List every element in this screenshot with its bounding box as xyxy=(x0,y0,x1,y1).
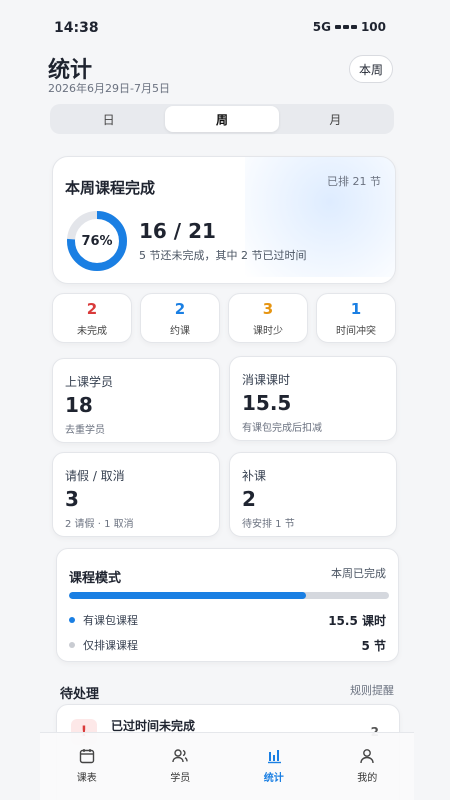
metric-sub: 2 请假 · 1 取消 xyxy=(65,519,134,530)
metric-label: 补课 xyxy=(242,469,267,483)
profile-icon xyxy=(360,749,374,764)
stat-label: 课时少 xyxy=(253,325,283,337)
nav-label: 学员 xyxy=(170,773,191,784)
metric-leave-cancel[interactable]: 请假 / 取消 3 2 请假 · 1 取消 xyxy=(52,452,220,537)
mode-row-schedule-only: 仅排课课程 5 节 xyxy=(69,637,386,653)
completion-note: 5 节还未完成，其中 2 节已过时间 xyxy=(139,249,307,262)
tab-month[interactable]: 月 xyxy=(279,106,392,132)
stat-label: 未完成 xyxy=(77,325,107,337)
metric-value: 18 xyxy=(65,393,93,417)
metric-label: 请假 / 取消 xyxy=(65,469,125,483)
signal-icon xyxy=(334,25,357,29)
status-time: 14:38 xyxy=(54,20,99,36)
nav-item-statistics[interactable]: 统计 xyxy=(244,747,304,784)
metric-label: 上课学员 xyxy=(65,375,114,389)
course-mode-title: 课程模式 xyxy=(69,571,122,586)
stat-value: 1 xyxy=(350,299,362,318)
calendar-icon xyxy=(79,749,94,764)
scheduled-count: 已排 21 节 xyxy=(327,175,381,188)
users-icon xyxy=(172,749,188,763)
stat-low-hours[interactable]: 3 课时少 xyxy=(228,293,308,343)
dot-icon xyxy=(69,642,75,648)
completion-count: 16 / 21 xyxy=(139,219,216,243)
metric-sub: 有课包完成后扣减 xyxy=(242,423,322,434)
metric-value: 15.5 xyxy=(242,391,292,415)
completion-percent: 76% xyxy=(81,233,113,249)
nav-label: 课表 xyxy=(76,773,97,784)
nav-item-profile[interactable]: 我的 xyxy=(337,747,397,784)
tab-day[interactable]: 日 xyxy=(52,106,165,132)
stat-incomplete[interactable]: 2 未完成 xyxy=(52,293,132,343)
stat-booking[interactable]: 2 约课 xyxy=(140,293,220,343)
hero-title: 本周课程完成 xyxy=(65,179,156,197)
nav-label: 我的 xyxy=(357,773,378,784)
rules-reminder-link[interactable]: 规则提醒 xyxy=(350,682,394,698)
period-segmented-control: 日 周 月 xyxy=(50,104,394,134)
course-mode-progress xyxy=(69,592,389,599)
nav-item-schedule[interactable]: 课表 xyxy=(57,747,117,784)
status-bar: 14:38 5G 100 xyxy=(0,0,450,54)
course-mode-status: 本周已完成 xyxy=(331,567,386,580)
period-button[interactable]: 本周 xyxy=(349,55,393,83)
weekly-completion-card[interactable]: 本周课程完成 已排 21 节 76% 16 / 21 5 节还未完成，其中 2 … xyxy=(52,156,396,284)
stat-label: 时间冲突 xyxy=(336,325,376,337)
mode-row-package: 有课包课程 15.5 课时 xyxy=(69,612,386,628)
stat-time-conflict[interactable]: 1 时间冲突 xyxy=(316,293,396,343)
mode-row-label: 仅排课课程 xyxy=(83,639,138,652)
nav-label: 统计 xyxy=(263,773,284,784)
mode-row-label: 有课包课程 xyxy=(83,614,138,627)
bottom-navigation: 课表 学员 统计 我的 xyxy=(40,732,414,800)
network-label: 5G xyxy=(312,20,331,34)
metric-makeup[interactable]: 补课 2 待安排 1 节 xyxy=(229,452,397,537)
date-range: 2026年6月29日-7月5日 xyxy=(48,82,170,95)
status-indicators: 5G 100 xyxy=(313,20,386,34)
metric-consumed-hours[interactable]: 消课课时 15.5 有课包完成后扣减 xyxy=(229,356,397,441)
metric-students[interactable]: 上课学员 18 去重学员 xyxy=(52,358,220,443)
mode-row-value: 15.5 课时 xyxy=(328,613,386,628)
metric-value: 2 xyxy=(242,487,256,511)
battery-level: 100 xyxy=(360,20,386,34)
course-mode-card[interactable]: 课程模式 本周已完成 有课包课程 15.5 课时 仅排课课程 5 节 xyxy=(56,548,399,662)
stat-label: 约课 xyxy=(170,325,190,337)
stat-value: 2 xyxy=(174,299,186,318)
course-mode-progress-fill xyxy=(69,592,306,599)
pending-section-title: 待处理 xyxy=(60,687,100,702)
stat-value: 3 xyxy=(262,299,274,318)
dot-icon xyxy=(69,617,75,623)
metric-sub: 去重学员 xyxy=(65,425,105,436)
metric-label: 消课课时 xyxy=(242,373,291,387)
nav-item-students[interactable]: 学员 xyxy=(150,747,210,784)
metric-sub: 待安排 1 节 xyxy=(242,519,295,530)
bar-chart-icon xyxy=(267,750,281,764)
tab-week[interactable]: 周 xyxy=(165,106,279,132)
mode-row-value: 5 节 xyxy=(361,638,386,653)
app-screen: 14:38 5G 100 统计 2026年6月29日-7月5日 本周 日 周 月… xyxy=(0,0,450,800)
stat-value: 2 xyxy=(86,299,98,318)
metric-value: 3 xyxy=(65,487,79,511)
